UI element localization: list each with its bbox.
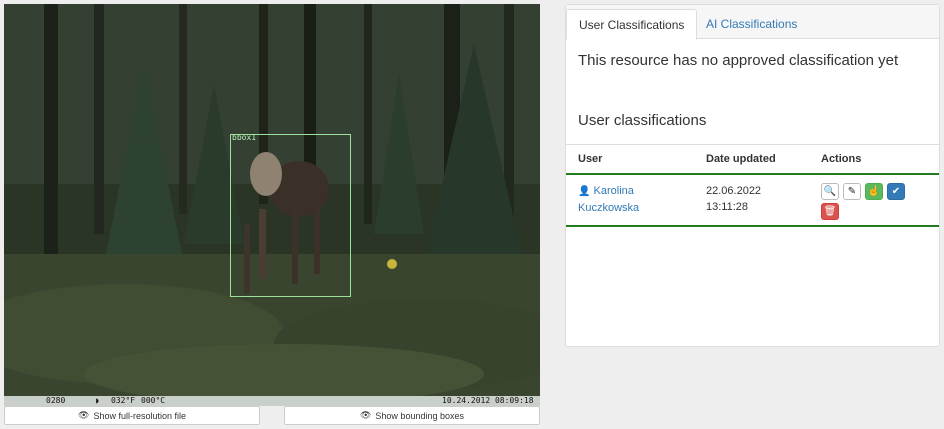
temperature-f: 032°F <box>111 396 136 405</box>
trash-icon: 🗑 <box>823 206 837 217</box>
capture-datetime: 10.24.2012 08:09:18 <box>442 396 534 405</box>
select-button[interactable]: ☝ <box>865 183 883 200</box>
header-date-updated: Date updated <box>706 153 776 165</box>
eye-icon: 👁 <box>359 410 372 420</box>
classification-tabs: User Classifications AI Classifications <box>566 5 939 40</box>
resource-image-viewer: bbox1 0280 ◗ 032°F 000°C 10.24.2012 08:0… <box>4 4 540 406</box>
edit-button[interactable]: ✎ <box>843 183 861 200</box>
time-value: 13:11:28 <box>706 201 749 213</box>
header-user: User <box>578 153 603 165</box>
search-icon: 🔍 <box>823 186 837 197</box>
temperature-c: 000°C <box>141 396 166 405</box>
header-actions: Actions <box>821 153 862 165</box>
tab-ai-classifications[interactable]: AI Classifications <box>694 9 809 40</box>
classification-panel: User Classifications AI Classifications … <box>565 4 940 347</box>
check-icon: ✔ <box>891 186 901 197</box>
camera-info-strip: 0280 ◗ 032°F 000°C 10.24.2012 08:09:18 <box>4 396 540 406</box>
pencil-icon: ✎ <box>847 186 857 197</box>
bounding-box-label: bbox1 <box>232 133 257 142</box>
eye-icon: 👁 <box>78 410 90 420</box>
user-classifications-heading: User classifications <box>578 112 707 129</box>
view-button[interactable]: 🔍 <box>821 183 839 200</box>
moon-phase-icon: ◗ <box>95 396 100 405</box>
user-cell: 👤 Karolina Kuczkowska <box>578 183 688 216</box>
table-header: User Date updated Actions <box>566 144 939 175</box>
bounding-box: bbox1 <box>230 133 351 297</box>
hand-pointer-icon: ☝ <box>867 186 881 197</box>
tab-user-classifications[interactable]: User Classifications <box>566 9 698 40</box>
table-row: 👤 Karolina Kuczkowska 22.06.2022 13:11:2… <box>566 175 939 227</box>
show-bounding-boxes-button[interactable]: 👁 Show bounding boxes <box>284 406 540 425</box>
date-value: 22.06.2022 <box>706 185 762 197</box>
approve-button[interactable]: ✔ <box>887 183 905 200</box>
delete-button[interactable]: 🗑 <box>821 203 839 220</box>
show-bounding-boxes-label: Show bounding boxes <box>375 410 464 421</box>
show-full-resolution-label: Show full-resolution file <box>93 410 186 421</box>
camera-trap-photo: bbox1 <box>4 4 540 396</box>
image-counter: 0280 <box>46 396 66 405</box>
user-icon: 👤 <box>578 186 591 197</box>
no-approved-classification-message: This resource has no approved classifica… <box>578 52 899 69</box>
show-full-resolution-button[interactable]: 👁 Show full-resolution file <box>4 406 260 425</box>
user-classifications-table: User Date updated Actions 👤 Karolina Kuc… <box>566 144 939 227</box>
date-cell: 22.06.2022 13:11:28 <box>706 183 761 215</box>
